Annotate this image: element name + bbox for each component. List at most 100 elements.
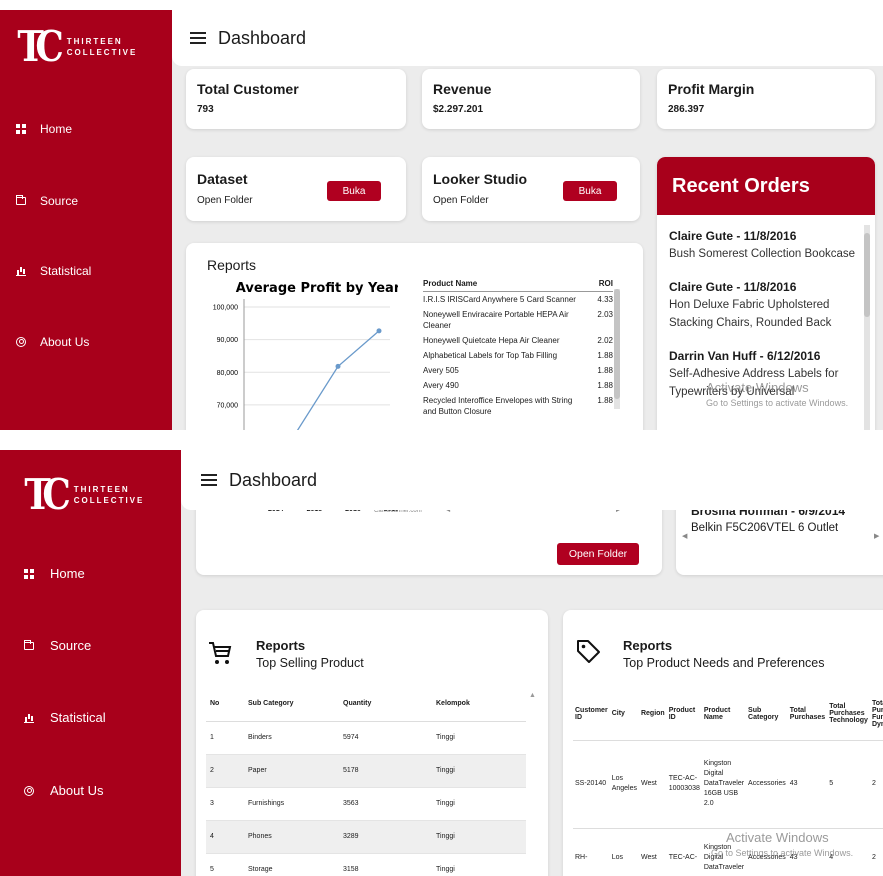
order-item[interactable]: Claire Gute - 11/8/2016 Bush Somerest Co… bbox=[669, 227, 857, 264]
scroll-right-arrow[interactable]: ▶ bbox=[874, 532, 879, 540]
table-cell: TEC-AC-10003038 bbox=[666, 740, 702, 829]
roi-table-row[interactable]: Noneywell Enviracaire Portable HEPA Air … bbox=[423, 307, 613, 333]
table-cell: 1 bbox=[206, 721, 244, 755]
table-header-row: No Sub Category Quantity Kelompok bbox=[206, 687, 526, 722]
logo-line-2: COLLECTIVE bbox=[66, 48, 138, 57]
needs-title: Reports bbox=[623, 638, 673, 653]
table-header-cell: Product ID bbox=[666, 688, 702, 741]
folder-icon bbox=[15, 195, 26, 205]
table-cell: SS-20140 bbox=[573, 740, 610, 829]
table-row[interactable]: 4 Phones 3289 Tinggi bbox=[206, 820, 526, 854]
roi-product-name: Avery 505 bbox=[423, 366, 459, 375]
page-title: Dashboard bbox=[218, 27, 307, 48]
table-row[interactable]: 5 Storage 3158 Tinggi bbox=[206, 853, 526, 876]
scroll-up-arrow[interactable]: ▲ bbox=[529, 692, 536, 699]
table-header-cell: Total Purchases Technology bbox=[827, 688, 870, 741]
nav-home[interactable]: Home bbox=[0, 122, 172, 136]
table-header-cell: Total Purcha Funitur Dynamic bbox=[869, 688, 883, 741]
needs-table: Customer ID City Region Product ID Product N… bbox=[573, 688, 883, 876]
top-bar: Dashboard bbox=[181, 450, 883, 510]
top-selling-table: No Sub Category Quantity Kelompok 1 Binde… bbox=[206, 687, 526, 876]
y-tick-label: 70,000 bbox=[217, 402, 239, 409]
table-row[interactable]: RH- Los West TEC-AC- Kingston Digital DataTr… bbox=[573, 828, 883, 876]
data-point[interactable] bbox=[376, 328, 382, 334]
roi-table-row[interactable]: I.R.I.S IRISCard Anywhere 5 Card Scanner… bbox=[423, 292, 613, 307]
recent-orders-card: Recent Orders Claire Gute - 11/8/2016 Bu… bbox=[657, 157, 875, 430]
table-row[interactable]: 1 Binders 5974 Tinggi bbox=[206, 721, 526, 755]
table-cell: 5974 bbox=[339, 721, 432, 755]
menu-icon[interactable] bbox=[190, 32, 206, 44]
looker-studio-open-button[interactable]: Buka bbox=[563, 181, 617, 201]
roi-table-header: Product Name ROI bbox=[423, 276, 613, 292]
nav-source[interactable]: Source bbox=[0, 638, 181, 653]
nav-source-label: Source bbox=[40, 194, 79, 208]
table-cell: 3563 bbox=[339, 787, 432, 821]
roi-table-row[interactable]: Avery 505 1.88 bbox=[423, 363, 613, 378]
logo-mark: TC bbox=[24, 470, 70, 519]
col-kelompok: Kelompok bbox=[432, 687, 526, 722]
roi-value: 1.88 bbox=[597, 396, 613, 405]
sidebar: TC THIRTEEN COLLECTIVE Home Source Stati… bbox=[0, 10, 172, 430]
roi-table-row[interactable]: Avery 490 1.88 bbox=[423, 378, 613, 393]
brand-logo[interactable]: TC THIRTEEN COLLECTIVE bbox=[14, 26, 137, 68]
nav-statistical[interactable]: Statistical bbox=[0, 710, 181, 725]
table-cell: 4 bbox=[827, 828, 870, 876]
roi-product-name: I.R.I.S IRISCard Anywhere 5 Card Scanner bbox=[423, 295, 576, 304]
nav-statistical-label: Statistical bbox=[40, 264, 92, 278]
table-cell: Tinggi bbox=[432, 853, 526, 876]
scroll-left-arrow[interactable]: ◀ bbox=[682, 532, 687, 540]
y-tick-label: 80,000 bbox=[217, 370, 239, 377]
table-cell: 43 bbox=[787, 828, 828, 876]
table-row[interactable]: 3 Furnishings 3563 Tinggi bbox=[206, 787, 526, 821]
nav-statistical[interactable]: Statistical bbox=[0, 264, 172, 278]
roi-product-name: Avery 490 bbox=[423, 381, 459, 390]
nav-home[interactable]: Home bbox=[0, 566, 181, 581]
table-cell: Kingston Digital DataTraveler 16GB USB 2… bbox=[701, 740, 747, 829]
nav-source[interactable]: Source bbox=[0, 194, 172, 208]
order-item[interactable]: Claire Gute - 11/8/2016 Hon Deluxe Fabri… bbox=[669, 278, 857, 333]
order-item[interactable]: Darrin Van Huff - 6/12/2016 Self-Adhesiv… bbox=[669, 347, 857, 402]
table-cell: 5 bbox=[827, 740, 870, 829]
stat-label: Revenue bbox=[433, 81, 492, 97]
table-header-cell: Sub Category bbox=[746, 688, 788, 741]
logo-mark: TC bbox=[17, 22, 63, 71]
table-header-cell: Customer ID bbox=[573, 688, 610, 741]
roi-scrollbar[interactable] bbox=[614, 289, 620, 409]
roi-value: 1.88 bbox=[597, 381, 613, 390]
table-cell: TEC-AC- bbox=[666, 828, 702, 876]
table-cell: Los Angeles bbox=[609, 740, 639, 829]
recent-orders-scrollbar[interactable] bbox=[864, 225, 870, 430]
table-row[interactable]: SS-20140 Los Angeles West TEC-AC-10003038 Ki… bbox=[573, 740, 883, 829]
roi-table-row[interactable]: Honeywell Quietcate Hepa Air Cleaner 2.02 bbox=[423, 333, 613, 348]
menu-icon[interactable] bbox=[201, 474, 217, 486]
roi-table-row[interactable]: Recycled Interoffice Envelopes with Stri… bbox=[423, 393, 613, 419]
table-cell: 3289 bbox=[339, 820, 432, 854]
top-selling-subtitle: Top Selling Product bbox=[256, 656, 364, 670]
brand-logo[interactable]: TC THIRTEEN COLLECTIVE bbox=[21, 474, 144, 516]
data-point[interactable] bbox=[335, 363, 341, 369]
scrollbar-thumb[interactable] bbox=[864, 233, 870, 317]
table-row[interactable]: 2 Paper 5178 Tinggi bbox=[206, 754, 526, 788]
needs-subtitle: Top Product Needs and Preferences bbox=[623, 656, 825, 670]
roi-table-row[interactable]: Alphabetical Labels for Top Tab Filling 1… bbox=[423, 348, 613, 363]
nav-about-label: About Us bbox=[50, 783, 104, 798]
nav-about[interactable]: About Us bbox=[0, 335, 172, 349]
stat-label: Total Customer bbox=[197, 81, 299, 97]
col-no: No bbox=[206, 687, 244, 722]
nav-about[interactable]: About Us bbox=[0, 783, 181, 798]
table-cell: 5 bbox=[206, 853, 244, 876]
roi-value: 1.88 bbox=[597, 366, 613, 375]
dataset-open-button[interactable]: Buka bbox=[327, 181, 381, 201]
roi-header-product: Product Name bbox=[423, 279, 478, 288]
sidebar: TC THIRTEEN COLLECTIVE Home Source Stati… bbox=[0, 450, 181, 876]
open-folder-button[interactable]: Open Folder bbox=[557, 543, 639, 565]
stat-card-profit-margin: Profit Margin 286.397 bbox=[657, 69, 875, 129]
scrollbar-thumb[interactable] bbox=[614, 289, 620, 399]
y-tick-label: 100,000 bbox=[213, 305, 238, 312]
stat-label: Profit Margin bbox=[668, 81, 755, 97]
top-bar: Dashboard bbox=[172, 10, 883, 66]
roi-value: 2.03 bbox=[597, 310, 613, 319]
roi-value: 2.02 bbox=[597, 336, 613, 345]
shopping-cart-icon bbox=[208, 640, 232, 671]
table-cell: Paper bbox=[244, 754, 339, 788]
